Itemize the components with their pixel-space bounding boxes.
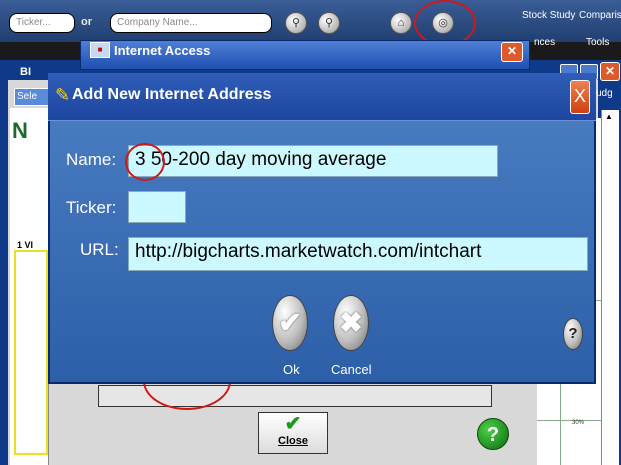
background-close-icon[interactable]: ✕ bbox=[600, 62, 620, 81]
ticker-search-input[interactable]: Ticker... bbox=[9, 13, 75, 33]
close-button-label: Close bbox=[278, 435, 308, 447]
ok-label: Ok bbox=[283, 362, 300, 377]
document-logo: N bbox=[12, 118, 28, 143]
menu-comparison[interactable]: Compariso bbox=[579, 10, 621, 21]
cancel-button[interactable]: ✖ bbox=[333, 295, 369, 351]
home-icon[interactable]: ⌂ bbox=[390, 12, 412, 34]
name-label: Name: bbox=[66, 150, 117, 169]
close-button[interactable]: ✔ Close bbox=[258, 412, 328, 454]
dialog-title: Add New Internet Address bbox=[72, 86, 272, 103]
dialog-help-icon[interactable]: ? bbox=[563, 318, 583, 350]
internet-access-title: Internet Access bbox=[114, 43, 211, 58]
dialog-close-button[interactable]: X bbox=[570, 80, 590, 114]
chart-frame bbox=[14, 250, 48, 455]
ok-button[interactable]: ✔ bbox=[272, 295, 308, 351]
menu-stock-study[interactable]: Stock Study bbox=[522, 10, 575, 21]
company-search-input[interactable]: Company Name... bbox=[110, 13, 272, 33]
app-toolbar bbox=[0, 0, 621, 42]
section-label: 1 VI bbox=[17, 240, 34, 250]
pencil-icon: ✎ bbox=[55, 85, 71, 105]
internet-access-icon: ■ bbox=[90, 42, 110, 58]
help-icon[interactable]: ? bbox=[477, 418, 509, 450]
url-field[interactable]: http://bigcharts.marketwatch.com/intchar… bbox=[128, 237, 588, 271]
percent-label: 30% bbox=[572, 420, 585, 426]
background-right-label: udg bbox=[596, 88, 613, 99]
name-field[interactable]: 3 50-200 day moving average bbox=[128, 145, 498, 177]
search-icon[interactable]: ⚲ bbox=[285, 12, 307, 34]
url-label: URL: bbox=[80, 240, 119, 259]
menu-preferences-partial[interactable]: nces bbox=[534, 37, 555, 48]
ticker-label: Ticker: bbox=[66, 198, 117, 217]
background-window-title: BI bbox=[20, 66, 31, 78]
scroll-up-icon[interactable]: ▲ bbox=[605, 112, 613, 121]
internet-access-close-icon[interactable]: ✕ bbox=[501, 42, 523, 62]
magnify-icon[interactable]: ⚲ bbox=[318, 12, 340, 34]
cancel-label: Cancel bbox=[331, 362, 372, 377]
grid-line bbox=[537, 420, 601, 421]
checkmark-icon: ✔ bbox=[284, 413, 302, 435]
menu-tools[interactable]: Tools bbox=[586, 37, 609, 48]
annotation-circle-name bbox=[125, 143, 165, 181]
scrollbar[interactable] bbox=[601, 110, 619, 465]
or-label: or bbox=[81, 16, 92, 28]
ticker-field[interactable] bbox=[128, 191, 186, 223]
